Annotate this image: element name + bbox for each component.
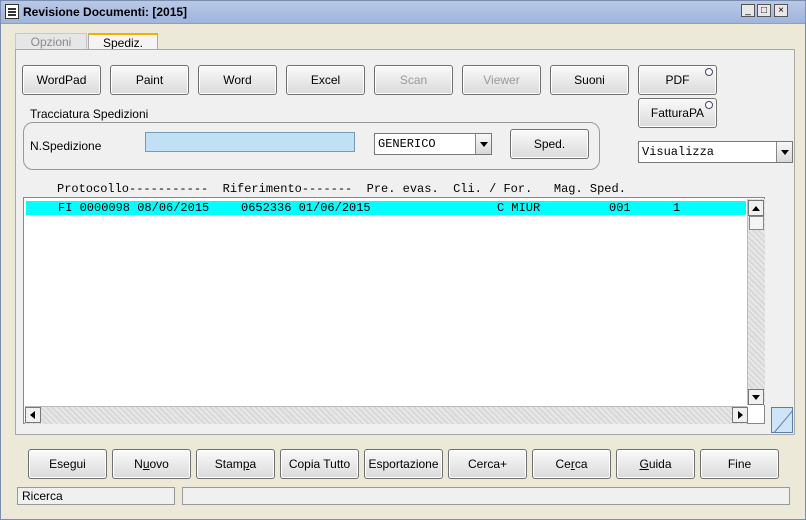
tab-opzioni[interactable]: Opzioni bbox=[15, 33, 87, 50]
status-right bbox=[182, 487, 790, 505]
fatturapa-button[interactable]: FatturaPA bbox=[638, 98, 717, 128]
fine-button[interactable]: Fine bbox=[700, 449, 779, 479]
carrier-select[interactable]: GENERICO bbox=[374, 133, 492, 155]
documents-list[interactable]: FI 0000098 08/06/2015 0652336 01/06/2015… bbox=[23, 197, 765, 424]
chevron-down-icon[interactable] bbox=[776, 142, 792, 162]
guida-button[interactable]: Guida bbox=[616, 449, 695, 479]
horizontal-scrollbar[interactable] bbox=[25, 406, 747, 424]
document-icon bbox=[5, 4, 19, 19]
tracking-group-label: Tracciatura Spedizioni bbox=[30, 107, 149, 121]
scroll-down-icon[interactable] bbox=[748, 389, 764, 405]
cell-cli-for: C MIUR bbox=[497, 201, 541, 215]
close-button[interactable]: × bbox=[774, 4, 788, 17]
nuovo-label-end: ovo bbox=[149, 457, 169, 471]
stampa-label-end: a bbox=[249, 457, 257, 471]
nuovo-label-mnemonic: u bbox=[142, 457, 150, 471]
vertical-scroll-thumb[interactable] bbox=[749, 216, 764, 230]
stampa-label-start: Stam bbox=[214, 457, 243, 471]
sped-button[interactable]: Sped. bbox=[510, 129, 589, 159]
nuovo-button[interactable]: Nuovo bbox=[112, 449, 191, 479]
scroll-right-icon[interactable] bbox=[732, 407, 748, 423]
guida-label-end: uida bbox=[648, 457, 672, 471]
cerca-button[interactable]: Cerca bbox=[532, 449, 611, 479]
tab-spediz[interactable]: Spediz. bbox=[88, 33, 158, 50]
maximize-button[interactable]: □ bbox=[757, 4, 771, 17]
pdf-button[interactable]: PDF bbox=[638, 65, 717, 95]
list-header: Protocollo----------- Riferimento-------… bbox=[57, 182, 626, 196]
cell-mag: 001 bbox=[609, 201, 631, 215]
stampa-label-mnemonic: p bbox=[242, 457, 250, 471]
viewer-button[interactable]: Viewer bbox=[462, 65, 541, 95]
fatturapa-label: FatturaPA bbox=[650, 106, 705, 120]
scan-button[interactable]: Scan bbox=[374, 65, 453, 95]
view-select-value: Visualizza bbox=[642, 145, 715, 159]
cell-sped: 1 bbox=[673, 201, 681, 215]
window-title: Revisione Documenti: [2015] bbox=[23, 5, 188, 19]
resize-grip-icon[interactable] bbox=[771, 407, 793, 433]
scroll-up-icon[interactable] bbox=[748, 200, 764, 216]
excel-button[interactable]: Excel bbox=[286, 65, 365, 95]
shipment-number-label: N.Spedizione bbox=[30, 139, 102, 153]
cell-riferimento: 0652336 01/06/2015 bbox=[241, 201, 371, 215]
suoni-button[interactable]: Suoni bbox=[550, 65, 629, 95]
shipment-number-input[interactable] bbox=[145, 132, 355, 152]
chevron-down-icon[interactable] bbox=[475, 134, 491, 154]
pdf-label: PDF bbox=[665, 73, 690, 87]
paint-button[interactable]: Paint bbox=[110, 65, 189, 95]
title-bar[interactable]: Revisione Documenti: [2015] _ □ × bbox=[1, 1, 805, 24]
guida-label-mnemonic: G bbox=[639, 457, 649, 471]
cerca-plus-button[interactable]: Cerca+ bbox=[448, 449, 527, 479]
status-left: Ricerca bbox=[17, 487, 175, 505]
cell-protocollo: FI 0000098 08/06/2015 bbox=[58, 201, 210, 215]
cerca-label-start: Ce bbox=[555, 457, 571, 471]
cerca-label-end: ca bbox=[574, 457, 588, 471]
scroll-left-icon[interactable] bbox=[25, 407, 41, 423]
nuovo-label-start: N bbox=[134, 457, 143, 471]
indicator-dot-icon bbox=[705, 101, 713, 109]
esportazione-button[interactable]: Esportazione bbox=[364, 449, 443, 479]
copia-tutto-button[interactable]: Copia Tutto bbox=[280, 449, 359, 479]
wordpad-button[interactable]: WordPad bbox=[22, 65, 101, 95]
app-window: Revisione Documenti: [2015] _ □ × Opzion… bbox=[0, 0, 806, 520]
minimize-button[interactable]: _ bbox=[741, 4, 755, 17]
word-button[interactable]: Word bbox=[198, 65, 277, 95]
esegui-button[interactable]: Esegui bbox=[28, 449, 107, 479]
indicator-dot-icon bbox=[705, 68, 713, 76]
stampa-button[interactable]: Stampa bbox=[196, 449, 275, 479]
carrier-select-value: GENERICO bbox=[378, 137, 436, 151]
view-select[interactable]: Visualizza bbox=[638, 141, 793, 163]
